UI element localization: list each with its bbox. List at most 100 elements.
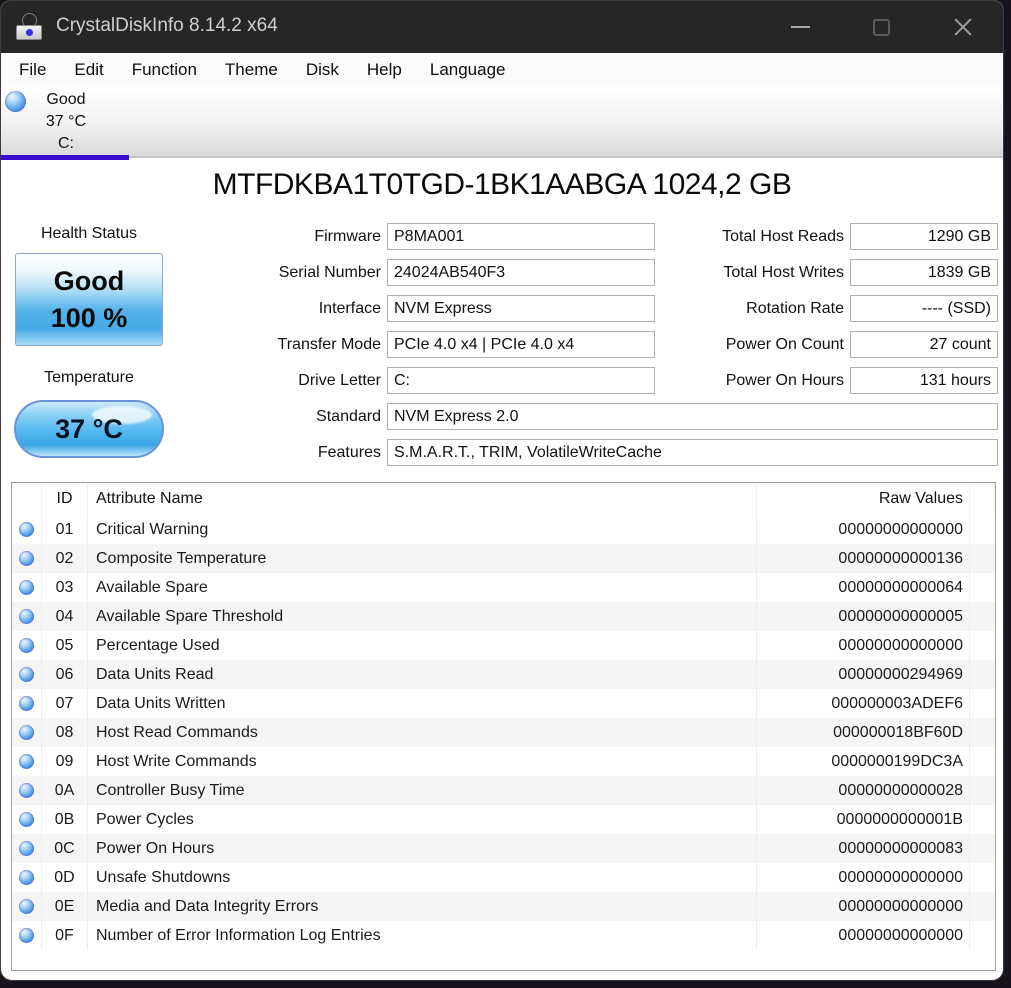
attr-id: 05 bbox=[42, 631, 88, 660]
total-host-reads-label: Total Host Reads bbox=[722, 228, 844, 245]
status-orb-icon bbox=[19, 667, 34, 682]
table-row[interactable]: 03 Available Spare 00000000000064 bbox=[12, 573, 995, 602]
table-row[interactable]: 0A Controller Busy Time 00000000000028 bbox=[12, 776, 995, 805]
app-icon-dot bbox=[26, 29, 33, 36]
health-status-label: Health Status bbox=[40, 225, 138, 242]
attr-raw-value: 00000000000000 bbox=[757, 892, 970, 921]
attr-name: Critical Warning bbox=[88, 515, 757, 544]
attr-raw-value: 000000018BF60D bbox=[757, 718, 970, 747]
minimize-button[interactable] bbox=[760, 1, 841, 53]
table-row[interactable]: 0C Power On Hours 00000000000083 bbox=[12, 834, 995, 863]
features-label: Features bbox=[317, 444, 381, 461]
table-row[interactable]: 09 Host Write Commands 0000000199DC3A bbox=[12, 747, 995, 776]
attr-id: 01 bbox=[42, 515, 88, 544]
table-row[interactable]: 05 Percentage Used 00000000000000 bbox=[12, 631, 995, 660]
health-status-indicator: Good 100 % bbox=[15, 253, 163, 346]
menu-item-language[interactable]: Language bbox=[416, 53, 520, 87]
attr-name: Available Spare Threshold bbox=[88, 602, 757, 631]
attr-id: 06 bbox=[42, 660, 88, 689]
status-orb-icon bbox=[19, 870, 34, 885]
power-on-count-value: 27 count bbox=[850, 331, 998, 358]
active-tab-indicator bbox=[1, 155, 129, 160]
table-row[interactable]: 0F Number of Error Information Log Entrie… bbox=[12, 921, 995, 950]
smart-table-header: ID Attribute Name Raw Values bbox=[12, 483, 995, 515]
smart-table-rows: 01 Critical Warning 00000000000000 02 Compo… bbox=[12, 515, 995, 950]
attr-name: Power On Hours bbox=[88, 834, 757, 863]
header-raw-values: Raw Values bbox=[757, 483, 970, 515]
attr-id: 0C bbox=[42, 834, 88, 863]
status-orb-icon bbox=[19, 899, 34, 914]
titlebar: CrystalDiskInfo 8.14.2 x64 bbox=[1, 1, 1003, 53]
temperature-indicator: 37 °C bbox=[14, 400, 164, 458]
table-row[interactable]: 07 Data Units Written 000000003ADEF6 bbox=[12, 689, 995, 718]
rotation-rate-label: Rotation Rate bbox=[746, 300, 844, 317]
status-orb-icon bbox=[19, 725, 34, 740]
drive-tab-temperature: 37 °C bbox=[45, 113, 87, 130]
attr-id: 03 bbox=[42, 573, 88, 602]
menubar: File Edit Function Theme Disk Help Langu… bbox=[1, 53, 1003, 87]
table-row[interactable]: 06 Data Units Read 00000000294969 bbox=[12, 660, 995, 689]
attr-raw-value: 0000000199DC3A bbox=[757, 747, 970, 776]
attr-id: 0D bbox=[42, 863, 88, 892]
temperature-value: 37 °C bbox=[55, 413, 123, 444]
drive-tabstrip: Good 37 °C C: bbox=[1, 87, 1003, 160]
attr-raw-value: 0000000000001B bbox=[757, 805, 970, 834]
status-orb-icon bbox=[19, 638, 34, 653]
table-row[interactable]: 04 Available Spare Threshold 0000000000000… bbox=[12, 602, 995, 631]
attr-name: Composite Temperature bbox=[88, 544, 757, 573]
menu-item-theme[interactable]: Theme bbox=[211, 53, 292, 87]
attr-raw-value: 00000000294969 bbox=[757, 660, 970, 689]
standard-label: Standard bbox=[316, 408, 381, 425]
menu-item-edit[interactable]: Edit bbox=[60, 53, 117, 87]
maximize-button[interactable] bbox=[841, 1, 922, 53]
table-row[interactable]: 0B Power Cycles 0000000000001B bbox=[12, 805, 995, 834]
drive-tab-text: Good 37 °C C: bbox=[19, 89, 113, 155]
table-row[interactable]: 01 Critical Warning 00000000000000 bbox=[12, 515, 995, 544]
window-controls bbox=[760, 1, 1003, 53]
menu-item-help[interactable]: Help bbox=[353, 53, 416, 87]
attr-name: Controller Busy Time bbox=[88, 776, 757, 805]
menu-item-function[interactable]: Function bbox=[118, 53, 211, 87]
menu-item-disk[interactable]: Disk bbox=[292, 53, 353, 87]
attr-name: Available Spare bbox=[88, 573, 757, 602]
header-id: ID bbox=[42, 483, 88, 515]
status-orb-icon bbox=[19, 928, 34, 943]
attr-name: Percentage Used bbox=[88, 631, 757, 660]
close-button[interactable] bbox=[922, 1, 1003, 53]
attr-name: Power Cycles bbox=[88, 805, 757, 834]
transfer-mode-label: Transfer Mode bbox=[277, 336, 381, 353]
table-row[interactable]: 0D Unsafe Shutdowns 00000000000000 bbox=[12, 863, 995, 892]
drive-letter-value: C: bbox=[387, 367, 655, 394]
drive-tab-c[interactable]: Good 37 °C C: bbox=[1, 87, 129, 160]
attr-name: Host Read Commands bbox=[88, 718, 757, 747]
attr-id: 09 bbox=[42, 747, 88, 776]
menu-item-file[interactable]: File bbox=[5, 53, 60, 87]
power-on-count-label: Power On Count bbox=[725, 336, 844, 353]
status-orb-icon bbox=[19, 812, 34, 827]
attr-name: Unsafe Shutdowns bbox=[88, 863, 757, 892]
temperature-label: Temperature bbox=[44, 369, 134, 386]
drive-tab-letter: C: bbox=[58, 135, 74, 152]
attr-raw-value: 00000000000000 bbox=[757, 921, 970, 950]
attr-name: Host Write Commands bbox=[88, 747, 757, 776]
header-attribute-name: Attribute Name bbox=[88, 483, 757, 515]
health-status-value: Good bbox=[53, 265, 125, 296]
rotation-rate-value: ---- (SSD) bbox=[850, 295, 998, 322]
attr-raw-value: 00000000000005 bbox=[757, 602, 970, 631]
standard-value: NVM Express 2.0 bbox=[387, 403, 998, 430]
firmware-value: P8MA001 bbox=[387, 223, 655, 250]
attr-raw-value: 00000000000136 bbox=[757, 544, 970, 573]
attr-raw-value: 00000000000064 bbox=[757, 573, 970, 602]
table-row[interactable]: 0E Media and Data Integrity Errors 0000000… bbox=[12, 892, 995, 921]
attr-id: 0F bbox=[42, 921, 88, 950]
table-row[interactable]: 02 Composite Temperature 00000000000136 bbox=[12, 544, 995, 573]
attr-name: Number of Error Information Log Entries bbox=[88, 921, 757, 950]
total-host-reads-value: 1290 GB bbox=[850, 223, 998, 250]
table-row[interactable]: 08 Host Read Commands 000000018BF60D bbox=[12, 718, 995, 747]
attr-id: 0E bbox=[42, 892, 88, 921]
attr-id: 0A bbox=[42, 776, 88, 805]
attr-name: Media and Data Integrity Errors bbox=[88, 892, 757, 921]
total-host-writes-value: 1839 GB bbox=[850, 259, 998, 286]
serial-number-label: Serial Number bbox=[278, 264, 381, 281]
firmware-label: Firmware bbox=[314, 228, 381, 245]
